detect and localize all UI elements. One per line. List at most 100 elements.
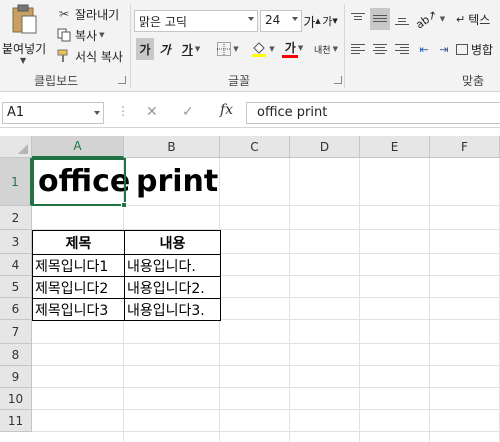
font-size-select[interactable]: 24 xyxy=(260,10,302,32)
merge-center-button[interactable]: 병합 xyxy=(456,38,500,60)
align-middle-icon xyxy=(372,12,388,26)
chevron-down-icon[interactable]: ▼ xyxy=(99,31,104,39)
row-header-3[interactable]: 3 xyxy=(0,230,32,254)
grow-font-button[interactable]: 가 ▲ xyxy=(303,10,320,32)
column-header-f[interactable]: F xyxy=(430,136,500,158)
row-header-9[interactable]: 9 xyxy=(0,366,32,388)
italic-icon: 가 xyxy=(159,42,171,57)
increase-indent-icon: ⇥ xyxy=(439,42,449,56)
insert-function-button[interactable]: fx xyxy=(220,102,233,118)
name-box-value: A1 xyxy=(7,105,25,120)
chevron-down-icon[interactable]: ▼ xyxy=(333,45,338,53)
paintbrush-icon xyxy=(56,48,72,64)
chevron-down-icon[interactable] xyxy=(292,17,298,21)
bold-button[interactable]: 가 xyxy=(136,38,154,60)
row-header-1[interactable]: 1 xyxy=(0,158,32,206)
table-cell[interactable]: 제목입니다2 xyxy=(32,276,124,298)
align-bottom-button[interactable] xyxy=(392,8,412,30)
align-center-button[interactable] xyxy=(370,38,390,60)
cell-B1[interactable]: print xyxy=(136,158,218,204)
align-right-icon xyxy=(394,42,410,56)
orientation-button[interactable]: ab↗ ▼ xyxy=(413,7,445,31)
select-all-button[interactable] xyxy=(0,136,32,158)
align-middle-button[interactable] xyxy=(370,8,390,30)
row-header-5[interactable]: 5 xyxy=(0,276,32,298)
row-header-2[interactable]: 2 xyxy=(0,206,32,230)
row-header-4[interactable]: 4 xyxy=(0,254,32,276)
column-header-a[interactable]: A xyxy=(32,136,124,158)
font-size-value: 24 xyxy=(265,13,281,27)
row-header-6[interactable]: 6 xyxy=(0,298,32,320)
copy-button[interactable]: 복사 ▼ xyxy=(56,25,104,45)
wrap-text-button[interactable]: ↵ 텍스 xyxy=(456,8,500,30)
cancel-icon[interactable]: ✕ xyxy=(146,104,158,120)
enter-icon[interactable]: ✓ xyxy=(182,104,194,120)
column-header-d[interactable]: D xyxy=(290,136,360,158)
shrink-font-button[interactable]: 가 ▼ xyxy=(322,10,338,32)
align-top-button[interactable] xyxy=(348,8,368,30)
table-cell[interactable]: 내용입니다3. xyxy=(124,298,220,320)
align-left-button[interactable] xyxy=(348,38,368,60)
chevron-down-icon[interactable]: ▼ xyxy=(195,45,200,53)
row-header-8[interactable]: 8 xyxy=(0,344,32,366)
gridline xyxy=(289,158,290,442)
row-header-11[interactable]: 11 xyxy=(0,410,32,432)
dialog-launcher-icon[interactable] xyxy=(118,76,126,84)
row-header-10[interactable]: 10 xyxy=(0,388,32,410)
phonetic-icon: 내천 xyxy=(314,45,331,56)
align-center-icon xyxy=(372,42,388,56)
gridline xyxy=(359,158,360,442)
merge-label: 병합 xyxy=(471,42,494,57)
row-header-7[interactable]: 7 xyxy=(0,320,32,344)
font-name-select[interactable]: 맑은 고딕 xyxy=(134,10,258,32)
cut-button[interactable]: ✂ 잘라내기 xyxy=(56,4,119,24)
column-header-e[interactable]: E xyxy=(360,136,430,158)
select-all-icon xyxy=(18,144,28,154)
chevron-down-icon[interactable]: ▼ xyxy=(298,44,303,52)
font-name-value: 맑은 고딕 xyxy=(139,15,187,29)
dialog-launcher-icon[interactable] xyxy=(334,76,342,84)
group-divider xyxy=(344,4,345,88)
decrease-indent-button[interactable]: ⇤ xyxy=(414,38,434,60)
underline-button[interactable]: 가 ▼ xyxy=(176,38,206,60)
group-divider xyxy=(130,4,131,88)
fill-handle[interactable] xyxy=(121,202,127,208)
table-header-cell[interactable]: 내용 xyxy=(124,230,220,254)
formula-input[interactable]: office print xyxy=(246,102,500,124)
align-right-button[interactable] xyxy=(392,38,412,60)
table-cell[interactable]: 내용입니다. xyxy=(124,254,220,276)
borders-button[interactable]: ▼ xyxy=(212,38,244,60)
fill-color-button[interactable]: ▼ xyxy=(248,38,278,60)
table-cell[interactable]: 내용입니다2. xyxy=(124,276,220,298)
chevron-down-icon[interactable]: ▼ xyxy=(233,45,238,53)
name-box[interactable]: A1 xyxy=(2,102,104,124)
phonetic-button[interactable]: 내천 ▼ xyxy=(312,38,340,60)
paste-icon xyxy=(12,4,37,34)
font-color-swatch xyxy=(282,54,298,58)
paste-button[interactable]: 붙여넣기 ▼ xyxy=(0,2,50,68)
increase-indent-button[interactable]: ⇥ xyxy=(434,38,454,60)
font-color-button[interactable]: 가 ▼ xyxy=(280,38,308,60)
table-header-cell[interactable]: 제목 xyxy=(32,230,124,254)
column-header-b[interactable]: B xyxy=(124,136,220,158)
merge-icon xyxy=(456,43,468,55)
chevron-down-icon[interactable]: ▼ xyxy=(20,56,26,65)
cell-selection xyxy=(32,158,126,206)
table-cell[interactable]: 제목입니다3 xyxy=(32,298,124,320)
chevron-down-icon[interactable]: ▼ xyxy=(269,45,274,53)
spreadsheet-grid[interactable]: ABCDEF 1 2 3 4 5 6 7 8 9 10 11 office print 제목 내용 제목… xyxy=(0,136,500,442)
chevron-down-icon[interactable] xyxy=(248,17,254,21)
table-cell[interactable]: 제목입니다1 xyxy=(32,254,124,276)
align-left-icon xyxy=(350,42,366,56)
chevron-down-icon[interactable] xyxy=(94,111,100,115)
more-icon[interactable]: ⋮ xyxy=(117,104,129,118)
chevron-down-icon[interactable]: ▼ xyxy=(440,15,445,23)
paste-label: 붙여넣기 xyxy=(2,42,47,56)
cut-label: 잘라내기 xyxy=(75,7,120,22)
table-border xyxy=(32,320,221,321)
format-painter-button[interactable]: 서식 복사 xyxy=(56,46,123,66)
italic-button[interactable]: 가 xyxy=(156,38,174,60)
ribbon: 붙여넣기 ▼ ✂ 잘라내기 복사 ▼ 서식 복사 클립보드 맑은 고딕 24 가… xyxy=(0,0,500,92)
gridline xyxy=(429,158,430,442)
column-header-c[interactable]: C xyxy=(220,136,290,158)
